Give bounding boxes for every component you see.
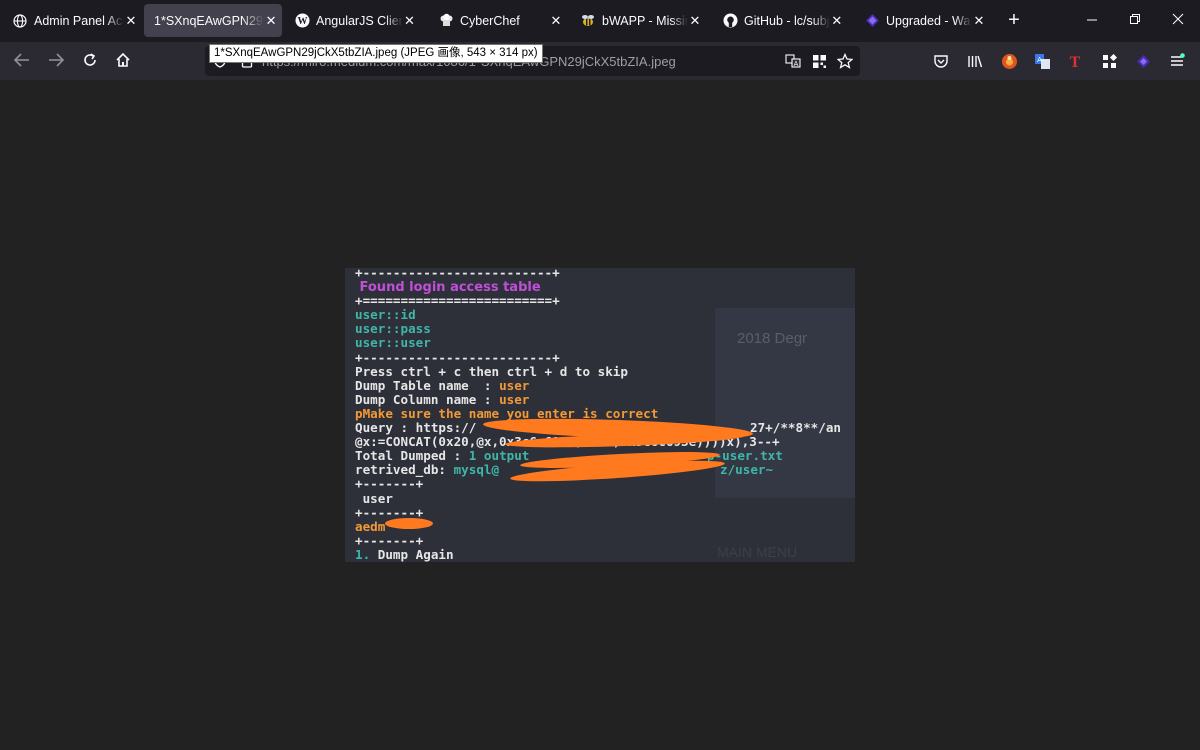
firefox-account-icon[interactable] xyxy=(999,51,1019,71)
back-arrow-icon[interactable] xyxy=(11,49,33,71)
terminal-tail: 27+/**8**/an xyxy=(750,420,841,436)
terminal-text: +-------+ xyxy=(355,532,424,548)
terminal-text: Dump Table name : xyxy=(355,377,500,393)
tab-title: 1*SXnqEAwGPN29jCk xyxy=(154,13,264,28)
terminal-text: user::pass xyxy=(355,321,431,337)
terminal-value: user xyxy=(499,391,530,407)
terminal-line: Dump Column name : user xyxy=(355,391,780,407)
terminal-text: +-------------------------+ xyxy=(355,349,560,365)
hamburger-menu-icon[interactable] xyxy=(1167,51,1187,71)
new-tab-button[interactable]: + xyxy=(1003,10,1025,32)
terminal-line: user xyxy=(355,490,780,506)
translator-extension-icon[interactable]: A xyxy=(1032,51,1052,71)
minimize-icon[interactable] xyxy=(1082,12,1102,28)
terminal-line: Press ctrl + c then ctrl + d to skip xyxy=(355,363,780,379)
tab-github[interactable]: GitHub - lc/subjs: ✕ xyxy=(712,4,848,37)
terminal-text: Press ctrl + c then ctrl + d to skip xyxy=(355,363,628,379)
terminal-text: user::id xyxy=(355,307,416,323)
tab-bwapp[interactable]: bWAPP - Missing ✕ xyxy=(570,4,706,37)
close-tab-icon[interactable]: ✕ xyxy=(830,13,844,29)
terminal-text: retrived_db: xyxy=(355,462,454,478)
terminal-line: +-------+ xyxy=(355,532,780,548)
displayed-image: 2018 Degr MAIN MENU +-------------------… xyxy=(345,268,855,562)
terminal-text: user::user xyxy=(355,335,431,351)
terminal-line: user::pass xyxy=(355,322,780,336)
redaction-mark xyxy=(385,518,433,529)
globe-icon xyxy=(12,13,28,29)
terminal-tail: Dump Again xyxy=(370,546,454,562)
wappalyzer-icon xyxy=(864,13,880,29)
terminal-text: +=========================+ xyxy=(355,293,560,309)
terminal-line: +=========================+ xyxy=(355,294,780,308)
terminal-text: Query : https:// xyxy=(355,420,477,436)
qr-code-icon[interactable] xyxy=(810,52,828,70)
home-icon[interactable] xyxy=(112,49,134,71)
terminal-text: +-------+ xyxy=(355,476,424,492)
github-icon xyxy=(722,13,738,29)
terminal-line: user::user xyxy=(355,336,780,350)
terminal-text: aedm xyxy=(355,518,386,534)
terminal-text: pMake sure the name you enter is correct xyxy=(355,405,659,421)
t-extension-icon[interactable]: T xyxy=(1065,51,1085,71)
svg-text:W: W xyxy=(297,16,307,27)
terminal-text: user xyxy=(355,490,393,506)
tab-admin-panel[interactable]: Admin Panel Acce ✕ xyxy=(2,4,142,37)
tab-title: Admin Panel Acce xyxy=(34,13,124,28)
bookmark-star-icon[interactable] xyxy=(836,52,854,70)
terminal-value: mysql@ xyxy=(453,462,500,478)
terminal-text: +-------------------------+ xyxy=(355,268,560,280)
chef-hat-icon xyxy=(438,13,454,29)
terminal-tail: z/user~ xyxy=(720,462,774,478)
translate-icon[interactable]: A xyxy=(784,52,802,70)
close-tab-icon[interactable]: ✕ xyxy=(403,13,416,29)
tab-title: CyberChef xyxy=(460,13,520,28)
tab-wappalyzer[interactable]: Upgraded - Wapp ✕ xyxy=(854,4,990,37)
pocket-icon[interactable] xyxy=(931,51,951,71)
tab-title: Upgraded - Wapp xyxy=(886,13,972,28)
forward-arrow-icon[interactable] xyxy=(45,49,67,71)
wordpress-icon: W xyxy=(294,13,310,29)
terminal-value: user xyxy=(499,377,530,393)
terminal-line: user::id xyxy=(355,308,780,322)
terminal-value: 1 output xyxy=(468,448,530,464)
tab-title: AngularJS Client-S xyxy=(316,13,403,28)
tab-angularjs[interactable]: W AngularJS Client-S ✕ xyxy=(284,4,420,37)
tab-title: GitHub - lc/subjs: xyxy=(744,13,830,28)
tab-cyberchef[interactable]: CyberChef ✕ xyxy=(428,4,568,37)
close-tab-icon[interactable]: ✕ xyxy=(688,13,702,29)
terminal-text: Total Dumped : xyxy=(355,448,469,464)
terminal-line: +-------------------------+ xyxy=(355,268,780,280)
tab-title: bWAPP - Missing xyxy=(602,13,688,28)
terminal-line: Dump Table name : user xyxy=(355,377,780,393)
tab-tooltip: 1*SXnqEAwGPN29jCkX5tbZIA.jpeg (JPEG 画像, … xyxy=(209,44,543,63)
library-icon[interactable] xyxy=(965,51,985,71)
close-tab-icon[interactable]: ✕ xyxy=(972,13,986,29)
tab-strip: Admin Panel Acce ✕ 1*SXnqEAwGPN29jCk ✕ W… xyxy=(0,0,1200,42)
close-tab-icon[interactable]: ✕ xyxy=(124,13,138,29)
reload-icon[interactable] xyxy=(79,49,101,71)
svg-text:T: T xyxy=(1070,54,1081,69)
terminal-line: +-------------------------+ xyxy=(355,349,780,365)
wappalyzer-extension-icon[interactable] xyxy=(1133,51,1153,71)
terminal-text: Dump Column name : xyxy=(355,391,500,407)
svg-text:A: A xyxy=(794,61,799,68)
svg-text:A: A xyxy=(1037,57,1042,64)
terminal-text: 1. xyxy=(355,546,371,562)
tab-image[interactable]: 1*SXnqEAwGPN29jCk ✕ xyxy=(144,4,282,37)
close-window-icon[interactable] xyxy=(1168,12,1188,28)
close-tab-icon[interactable]: ✕ xyxy=(264,13,278,29)
extensions-grid-icon[interactable] xyxy=(1099,51,1119,71)
restore-icon[interactable] xyxy=(1125,12,1145,28)
terminal-line: 1. Dump Again xyxy=(355,546,780,562)
close-tab-icon[interactable]: ✕ xyxy=(548,13,564,29)
terminal-line: Found login access table xyxy=(355,280,780,295)
bee-icon xyxy=(580,13,596,29)
